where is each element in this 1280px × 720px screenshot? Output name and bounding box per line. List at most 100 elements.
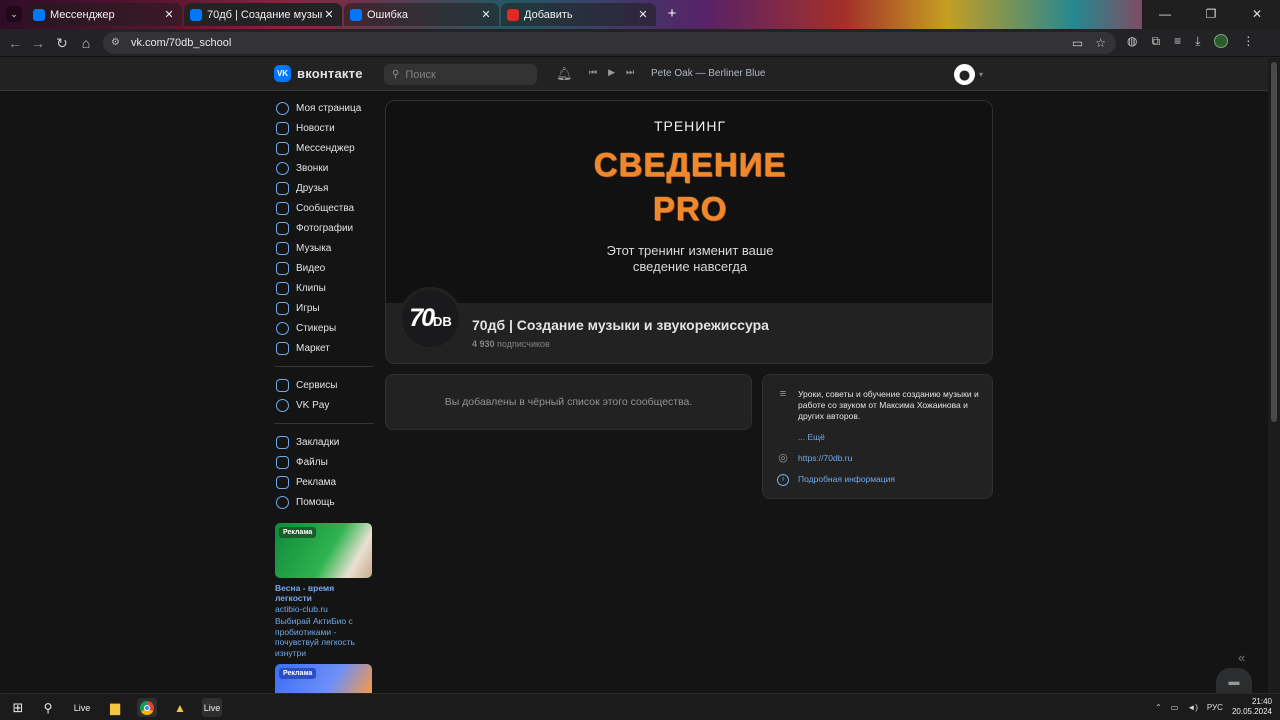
network-icon[interactable]: ▭ <box>1171 703 1179 712</box>
reading-list-icon[interactable]: ≡ <box>1174 34 1181 49</box>
ad-image[interactable]: Реклама <box>275 664 372 693</box>
tab-close-icon[interactable]: ✕ <box>322 8 336 21</box>
scrollbar-thumb[interactable] <box>1271 62 1277 422</box>
now-playing-track[interactable]: Pete Oak — Berliner Blue <box>651 68 766 79</box>
show-more-link[interactable]: ... Ещё <box>798 432 825 442</box>
app-triangle-icon[interactable]: ▲ <box>170 698 190 717</box>
reload-icon[interactable]: ↻ <box>53 34 71 52</box>
language-indicator[interactable]: РУС <box>1207 703 1223 712</box>
bookmark-star-icon[interactable]: ☆ <box>1095 36 1106 50</box>
taskbar-live-app[interactable]: Live <box>72 698 92 717</box>
sidebar-item-gamepad[interactable]: Игры <box>274 298 378 318</box>
tab-close-icon[interactable]: ✕ <box>162 8 176 21</box>
browser-tab-70db[interactable]: 70дб | Создание музыки и зву ✕ <box>184 3 342 26</box>
translate-icon[interactable]: ◍ <box>1127 34 1137 49</box>
sidebar-item-clips[interactable]: Клипы <box>274 278 378 298</box>
sidebar-item-message[interactable]: Мессенджер <box>274 138 378 158</box>
cover-tagline: Этот тренинг изменит ваше сведение навсе… <box>386 243 992 275</box>
sidebar-item-label: Новости <box>296 122 335 134</box>
chrome-icon[interactable] <box>137 698 157 717</box>
address-bar[interactable]: ⚙ vk.com/70db_school ▭ ☆ <box>103 32 1116 54</box>
previous-track-icon[interactable]: ⏮ <box>589 67 597 78</box>
ads-icon <box>276 475 289 489</box>
sidebar-item-newsfeed[interactable]: Новости <box>274 118 378 138</box>
play-icon[interactable]: ▶ <box>608 67 615 78</box>
vk-favicon-icon <box>190 8 202 21</box>
browser-menu-icon[interactable]: ⋮ <box>1242 34 1254 49</box>
browser-tab-error[interactable]: Ошибка ✕ <box>344 3 499 26</box>
minimize-icon[interactable]: — <box>1142 0 1188 29</box>
sidebar-item-help[interactable]: Помощь <box>274 492 378 512</box>
next-track-icon[interactable]: ⏭ <box>626 67 634 78</box>
group-name: 70дб | Создание музыки и звукорежиссура <box>472 317 769 333</box>
collapse-sidebar-icon[interactable]: « <box>1238 650 1245 665</box>
tab-close-icon[interactable]: ✕ <box>636 8 650 21</box>
sidebar-item-label: Моя страница <box>296 102 362 114</box>
group-subscribers[interactable]: 4 930 подписчиков <box>472 339 550 349</box>
volume-icon[interactable]: ◄) <box>1187 703 1198 712</box>
site-info-icon[interactable]: ⚙ <box>111 37 123 49</box>
forward-icon[interactable]: → <box>29 34 47 52</box>
browser-tab-messenger[interactable]: Мессенджер ✕ <box>27 3 182 26</box>
group-avatar[interactable]: 70DB <box>399 287 462 350</box>
sidebar-item-bookmark[interactable]: Закладки <box>274 432 378 452</box>
sidebar-item-video[interactable]: Видео <box>274 258 378 278</box>
search-input[interactable]: ⚲ Поиск <box>384 64 537 85</box>
group-description-row: ≡ Уроки, советы и обучение созданию музы… <box>777 389 988 422</box>
sidebar-ad[interactable]: Реклама <box>275 664 372 693</box>
ad-title[interactable]: Весна - время легкости <box>275 583 372 603</box>
file-explorer-icon[interactable]: ▆ <box>105 698 125 717</box>
ad-image[interactable]: Реклама <box>275 523 372 578</box>
details-link[interactable]: Подробная информация <box>798 474 895 484</box>
home-icon[interactable]: ⌂ <box>77 34 95 52</box>
tray-chevron-up-icon[interactable]: ⌃ <box>1155 703 1162 712</box>
sidebar-item-vkpay[interactable]: VK Pay <box>274 395 378 415</box>
back-icon[interactable]: ← <box>6 34 24 52</box>
sidebar-item-market-bag[interactable]: Маркет <box>274 338 378 358</box>
vk-logo[interactable]: VK вконтакте <box>274 65 363 82</box>
page-scrollbar[interactable] <box>1268 58 1280 693</box>
ad-domain[interactable]: actibio-club.ru <box>275 604 372 614</box>
chat-bubble-button[interactable]: ▬ <box>1216 668 1252 696</box>
tab-search-button[interactable]: ⌄ <box>6 6 22 22</box>
user-avatar <box>954 64 975 85</box>
sidebar-item-smile[interactable]: Стикеры <box>274 318 378 338</box>
sidebar-item-services[interactable]: Сервисы <box>274 375 378 395</box>
tab-title: Добавить <box>524 8 573 21</box>
profile-menu[interactable]: ▾ <box>954 64 983 85</box>
sidebar-item-ads[interactable]: Реклама <box>274 472 378 492</box>
smile-icon <box>276 321 289 335</box>
live-app-label: Live <box>203 702 221 713</box>
sidebar-item-photo[interactable]: Фотографии <box>274 218 378 238</box>
extensions-icon[interactable]: ⧉ <box>1151 34 1160 49</box>
website-link[interactable]: https://70db.ru <box>798 453 852 463</box>
vk-logo-icon: VK <box>274 65 291 82</box>
browser-tab-add[interactable]: Добавить ✕ <box>501 3 656 26</box>
sidebar-item-user-circle[interactable]: Моя страница <box>274 98 378 118</box>
sidebar-item-users[interactable]: Друзья <box>274 178 378 198</box>
subscribers-count: 4 930 <box>472 339 495 349</box>
sidebar-item-label: Друзья <box>296 182 329 194</box>
notifications-bell-icon[interactable]: 🔔︎ <box>556 66 573 82</box>
restore-icon[interactable]: ❐ <box>1188 0 1234 29</box>
sidebar-item-phone[interactable]: Звонки <box>274 158 378 178</box>
sidebar-item-label: Звонки <box>296 162 329 174</box>
ad-description[interactable]: Выбирай АктиБио с пробиотиками - почувст… <box>275 616 372 658</box>
new-tab-button[interactable]: + <box>664 6 680 22</box>
sidebar-item-communities[interactable]: Сообщества <box>274 198 378 218</box>
download-icon[interactable]: ⤓ <box>1195 34 1200 49</box>
browser-profile-avatar[interactable] <box>1214 34 1229 48</box>
sidebar-item-file[interactable]: Файлы <box>274 452 378 472</box>
windows-start-icon[interactable]: ⊞ <box>8 698 28 717</box>
video-icon <box>276 261 289 275</box>
windows-taskbar: ⊞ ⚲ Live ▆ ▲ Live ⌃ ▭ ◄) РУС 21:40 20.05… <box>0 693 1280 720</box>
globe-icon: ◎ <box>778 452 788 464</box>
sidebar-ad[interactable]: Реклама Весна - время легкости actibio-c… <box>275 523 372 658</box>
sidebar-item-music[interactable]: Музыка <box>274 238 378 258</box>
taskbar-live-app[interactable]: Live <box>202 698 222 717</box>
taskbar-search-icon[interactable]: ⚲ <box>38 698 58 717</box>
tab-close-icon[interactable]: ✕ <box>479 8 493 21</box>
install-app-icon[interactable]: ▭ <box>1072 36 1083 50</box>
close-window-icon[interactable]: ✕ <box>1234 0 1280 29</box>
taskbar-clock[interactable]: 21:40 20.05.2024 <box>1232 697 1272 717</box>
